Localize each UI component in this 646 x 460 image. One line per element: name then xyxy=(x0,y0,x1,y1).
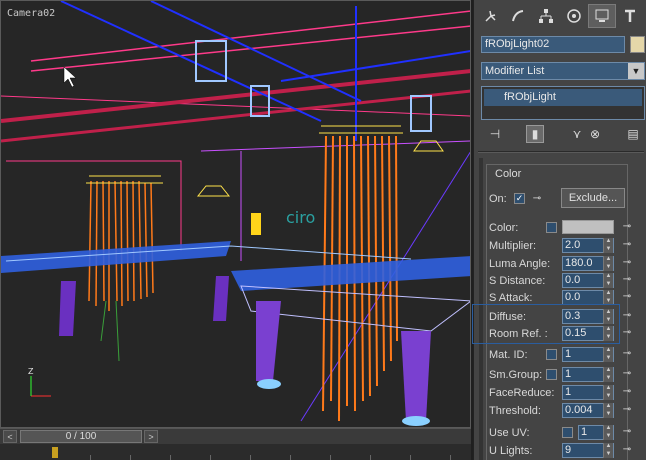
remove-modifier-icon[interactable]: ⊗ xyxy=(586,125,604,143)
rollout-title[interactable]: Color xyxy=(492,168,525,180)
hierarchy-icon[interactable] xyxy=(532,4,560,28)
selection-highlight xyxy=(472,304,620,344)
pin-icon[interactable]: ⊸ xyxy=(620,220,634,234)
on-label: On: xyxy=(489,193,507,205)
s-distance-label: S Distance: xyxy=(489,275,546,287)
track-bar[interactable] xyxy=(0,444,471,460)
on-checkbox[interactable]: ✓ xyxy=(514,193,525,204)
keyframe-marker[interactable] xyxy=(52,447,58,458)
spinner-arrows[interactable]: ▲ ▼ xyxy=(603,238,613,253)
pin-icon[interactable]: ⊸ xyxy=(620,385,634,399)
face-reduce-label: FaceReduce: xyxy=(489,387,555,399)
time-slider[interactable]: 0 / 100 xyxy=(20,430,142,443)
create-icon[interactable] xyxy=(476,4,504,28)
spinner-arrows[interactable]: ▲ ▼ xyxy=(603,385,613,400)
make-unique-icon[interactable]: ⋎ xyxy=(568,125,586,143)
chevron-down-icon[interactable]: ▼ xyxy=(628,63,644,79)
modifier-list-label: Modifier List xyxy=(485,65,545,77)
show-end-result-icon[interactable]: ▮ xyxy=(526,125,544,143)
command-panel: fRObjLight02 Modifier List ▼ fRObjLight … xyxy=(473,0,646,460)
spinner-arrows[interactable]: ▲ ▼ xyxy=(603,290,613,305)
pin-icon[interactable]: ⊸ xyxy=(620,367,634,381)
color-label: Color: xyxy=(489,222,519,234)
display-icon[interactable] xyxy=(588,4,616,28)
motion-icon[interactable] xyxy=(560,4,588,28)
spinner-arrows[interactable]: ▲ ▼ xyxy=(603,443,613,458)
command-panel-tabs xyxy=(476,4,645,28)
prev-frame-button[interactable]: < xyxy=(3,430,17,443)
spinner-arrows[interactable]: ▲ ▼ xyxy=(603,256,613,271)
pin-icon[interactable]: ⊸ xyxy=(620,326,634,340)
pin-icon[interactable]: ⊸ xyxy=(530,192,544,206)
utilities-icon[interactable] xyxy=(616,4,644,28)
color-map-checkbox[interactable] xyxy=(546,222,557,233)
pin-icon[interactable]: ⊸ xyxy=(620,425,634,439)
mat-id-label: Mat. ID: xyxy=(489,349,528,361)
stack-toolbar: ⊣ ▮ ⋎ ⊗ ▤ xyxy=(484,125,644,145)
spinner-arrows[interactable]: ▲ ▼ xyxy=(603,425,613,440)
scene-wireframe[interactable]: ciro Z xyxy=(1,1,471,428)
pin-icon[interactable]: ⊸ xyxy=(620,443,634,457)
pin-stack-icon[interactable]: ⊣ xyxy=(486,125,504,143)
u-lights-label: U Lights: xyxy=(489,445,533,457)
sm-group-label: Sm.Group: xyxy=(489,369,543,381)
pin-icon[interactable]: ⊸ xyxy=(620,273,634,287)
svg-text:Z: Z xyxy=(28,367,34,376)
pin-icon[interactable]: ⊸ xyxy=(620,347,634,361)
viewport-label[interactable]: Camera02 xyxy=(7,8,55,19)
mat-id-checkbox[interactable] xyxy=(546,349,557,360)
modifier-list-dropdown[interactable]: Modifier List ▼ xyxy=(481,62,645,80)
threshold-label: Threshold: xyxy=(489,405,541,417)
scene-sign-text: ciro xyxy=(286,208,315,227)
pin-icon[interactable]: ⊸ xyxy=(620,256,634,270)
pin-icon[interactable]: ⊸ xyxy=(620,309,634,323)
modifier-stack[interactable]: fRObjLight xyxy=(481,86,645,120)
pin-icon[interactable]: ⊸ xyxy=(620,238,634,252)
spinner-arrows[interactable]: ▲ ▼ xyxy=(603,403,613,418)
next-frame-button[interactable]: > xyxy=(144,430,158,443)
camera-viewport[interactable]: ciro Z Camera02 xyxy=(0,0,471,428)
pin-icon[interactable]: ⊸ xyxy=(620,403,634,417)
configure-modifier-sets-icon[interactable]: ▤ xyxy=(624,125,642,143)
pin-icon[interactable]: ⊸ xyxy=(620,290,634,304)
spinner-arrows[interactable]: ▲ ▼ xyxy=(603,347,613,362)
exclude-button[interactable]: Exclude... xyxy=(561,188,625,208)
sm-group-checkbox[interactable] xyxy=(546,369,557,380)
time-slider-bar: < 0 / 100 > xyxy=(0,428,471,445)
spinner-arrows[interactable]: ▲ ▼ xyxy=(603,273,613,288)
use-uv-checkbox[interactable] xyxy=(562,427,573,438)
object-color-swatch[interactable] xyxy=(630,36,645,53)
use-uv-label: Use UV: xyxy=(489,427,530,439)
color-swatch[interactable] xyxy=(562,220,614,234)
object-name-field[interactable]: fRObjLight02 xyxy=(481,36,625,53)
luma-angle-label: Luma Angle: xyxy=(489,258,551,270)
stack-item-frobjlight[interactable]: fRObjLight xyxy=(484,89,642,106)
modify-icon[interactable] xyxy=(504,4,532,28)
multiplier-label: Multiplier: xyxy=(489,240,537,252)
divider xyxy=(478,151,644,153)
spinner-arrows[interactable]: ▲ ▼ xyxy=(603,367,613,382)
